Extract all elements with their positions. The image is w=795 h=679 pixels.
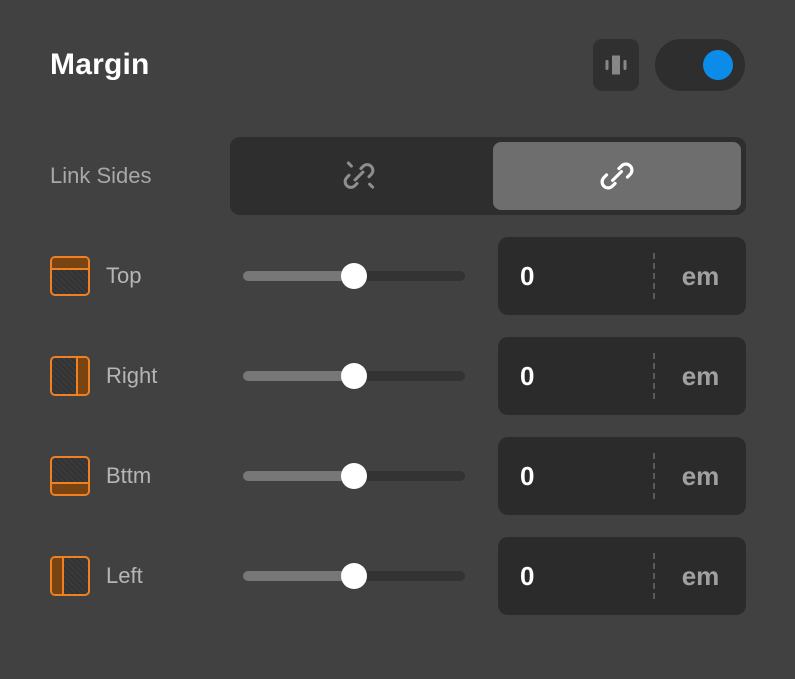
value-field-bottom[interactable]: 0 em (498, 437, 746, 515)
value-unit-left[interactable]: em (655, 561, 746, 592)
page-title: Margin (50, 48, 150, 81)
side-label-cell-bottom: Bttm (0, 456, 230, 496)
slider-fill-right (243, 371, 354, 381)
panel-header: Margin (0, 0, 795, 130)
margin-left-icon-bar (52, 558, 64, 594)
margin-panel: Margin Link Sides Top 0 em Right 0 em Bt… (0, 0, 795, 679)
margin-bottom-icon-bar (52, 482, 88, 494)
value-input-top[interactable]: 0 (498, 261, 653, 292)
slider-thumb-bottom[interactable] (341, 463, 367, 489)
margin-box-icon (605, 55, 627, 75)
segment-linked[interactable] (493, 142, 741, 210)
value-input-bottom[interactable]: 0 (498, 461, 653, 492)
slider-top[interactable] (243, 256, 465, 296)
value-unit-bottom[interactable]: em (655, 461, 746, 492)
margin-right-icon-bar (76, 358, 88, 394)
side-label-cell-right: Right (0, 356, 230, 396)
side-label-right: Right (106, 363, 158, 388)
margin-bottom-icon (50, 456, 90, 496)
value-unit-right[interactable]: em (655, 361, 746, 392)
slider-bottom[interactable] (243, 456, 465, 496)
broken-link-icon (343, 161, 375, 189)
margin-enable-toggle[interactable] (655, 39, 745, 91)
link-sides-label: Link Sides (50, 163, 152, 188)
slider-left[interactable] (243, 556, 465, 596)
side-label-bottom: Bttm (106, 463, 152, 488)
margin-top-icon (50, 256, 90, 296)
margin-top-icon-bar (52, 258, 88, 270)
slider-thumb-top[interactable] (341, 263, 367, 289)
value-input-right[interactable]: 0 (498, 361, 653, 392)
side-label-cell-left: Left (0, 556, 230, 596)
margin-box-icon-button[interactable] (593, 39, 639, 91)
link-sides-segmented-control (230, 137, 746, 215)
value-input-left[interactable]: 0 (498, 561, 653, 592)
link-icon (600, 162, 634, 190)
link-sides-label-cell: Link Sides (0, 163, 230, 189)
value-field-top[interactable]: 0 em (498, 237, 746, 315)
slider-fill-left (243, 571, 354, 581)
side-label-top: Top (106, 263, 142, 288)
side-label-cell-top: Top (0, 256, 230, 296)
slider-thumb-left[interactable] (341, 563, 367, 589)
header-controls (593, 39, 745, 91)
value-field-right[interactable]: 0 em (498, 337, 746, 415)
slider-thumb-right[interactable] (341, 363, 367, 389)
value-field-left[interactable]: 0 em (498, 537, 746, 615)
slider-fill-top (243, 271, 354, 281)
margin-right-icon (50, 356, 90, 396)
margin-left-icon (50, 556, 90, 596)
side-label-left: Left (106, 563, 143, 588)
slider-fill-bottom (243, 471, 354, 481)
toggle-knob (703, 50, 733, 80)
value-unit-top[interactable]: em (655, 261, 746, 292)
slider-right[interactable] (243, 356, 465, 396)
segment-unlinked[interactable] (230, 137, 488, 215)
